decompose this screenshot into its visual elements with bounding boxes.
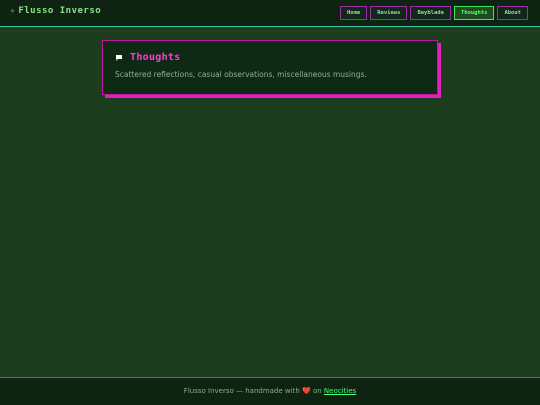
nav-thoughts[interactable]: Thoughts: [453, 6, 495, 20]
card-header: Thoughts: [115, 52, 181, 63]
nav-about[interactable]: About: [497, 6, 528, 20]
nav-home[interactable]: Home: [340, 6, 368, 20]
page-title: Thoughts: [130, 52, 181, 63]
nav-beyblade[interactable]: Beyblade: [410, 6, 451, 20]
nav-reviews[interactable]: Reviews: [370, 6, 408, 20]
speech-bubble-icon: [116, 54, 122, 61]
site-header: ✧ Flusso Inverso Home Reviews Beyblade Th…: [0, 0, 540, 27]
section-card: Thoughts Scattered reflections, casual o…: [102, 40, 438, 95]
page-description: Scattered reflections, casual observatio…: [115, 70, 367, 79]
site-title-text[interactable]: Flusso Inverso: [18, 6, 101, 16]
site-footer: Flusso Inverso — handmade with ❤️ on Neo…: [0, 377, 540, 405]
neocities-link[interactable]: Neocities: [324, 387, 356, 395]
main-nav: Home Reviews Beyblade Thoughts About: [340, 6, 528, 20]
sparkle-icon: ✧: [10, 6, 16, 15]
footer-text: Flusso Inverso — handmade with: [183, 387, 300, 395]
site-title[interactable]: ✧ Flusso Inverso: [10, 6, 101, 16]
heart-icon: ❤️: [302, 387, 311, 395]
footer-on: on: [312, 387, 322, 395]
